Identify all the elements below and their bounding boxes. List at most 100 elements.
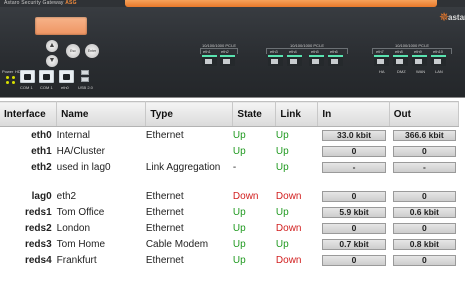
- traffic-out-meter: 0: [393, 222, 456, 234]
- table-row[interactable]: eth2 used in lag0 Link Aggregation - Up …: [0, 159, 459, 188]
- esc-button[interactable]: Esc: [66, 44, 80, 58]
- cell-state: Up: [232, 145, 246, 157]
- ethernet-port-eth0: [59, 70, 74, 83]
- panel-accent-stripe: [125, 0, 437, 7]
- arrow-up-button[interactable]: ▲: [46, 40, 58, 52]
- group-1-port-label-1: eth1: [203, 49, 211, 54]
- brand-logo: ✵ astar: [439, 10, 465, 26]
- cell-interface: reds1: [24, 206, 52, 218]
- cell-in: 33.0 kbit: [318, 127, 389, 143]
- table-header-row: Interface Name Type State Link In Out: [0, 101, 460, 127]
- traffic-in-meter: 33.0 kbit: [321, 130, 387, 141]
- lcd-display: [35, 17, 87, 35]
- cell-name: Tom Office: [56, 206, 105, 218]
- led-3: [6, 81, 9, 84]
- cell-in: 0: [318, 220, 389, 236]
- port-label-usb: USB 2.0: [78, 85, 93, 90]
- cell-out: 0.6 kbit: [389, 204, 458, 220]
- header-link[interactable]: Link: [275, 101, 319, 127]
- header-in[interactable]: In: [317, 101, 390, 127]
- panel-title: Astaro Security Gateway ASG: [4, 0, 77, 6]
- cell-state: Up: [232, 222, 246, 234]
- cell-type: Ethernet: [145, 222, 184, 234]
- cell-name: London: [56, 222, 91, 234]
- lan-port-eth1: [202, 55, 217, 66]
- traffic-in-meter: 0: [321, 190, 387, 202]
- traffic-out-meter: 0.6 kbit: [393, 206, 456, 218]
- cell-interface: lag0: [31, 190, 52, 202]
- header-type[interactable]: Type: [145, 101, 234, 127]
- enter-button[interactable]: Enter: [85, 44, 99, 58]
- table-row[interactable]: reds3 Tom Home Cable Modem Up Up 0.7 kbi…: [0, 236, 459, 252]
- com-port-1: [20, 70, 35, 83]
- lan-port-lan: [431, 55, 446, 66]
- cell-out: 0: [389, 143, 458, 159]
- table-row[interactable]: eth1 HA/Cluster Up Up 0 0: [0, 143, 459, 159]
- group-2-port-label-4: eth6: [330, 49, 338, 54]
- traffic-in-meter: 0: [321, 222, 387, 234]
- com-port-2: [39, 70, 54, 83]
- cell-state: Up: [232, 238, 246, 250]
- traffic-out-meter: 0: [393, 145, 456, 157]
- cell-type: [146, 143, 233, 159]
- cell-name: HA/Cluster: [56, 145, 106, 157]
- cell-interface: reds4: [24, 254, 52, 266]
- cell-name: Internal: [56, 130, 91, 141]
- port-label-dmz: DMZ: [397, 69, 406, 74]
- header-out[interactable]: Out: [389, 101, 460, 127]
- cell-out: 0: [389, 220, 458, 236]
- cell-state: Down: [232, 190, 259, 202]
- traffic-in-meter: 0.7 kbit: [321, 238, 387, 250]
- cell-link: Up: [275, 238, 289, 250]
- cell-name: Frankfurt: [56, 254, 97, 266]
- cell-in: 5.9 kbit: [318, 204, 389, 220]
- appliance-panel: Astaro Security Gateway ASG ✵ astar ▲ ▼ …: [0, 0, 465, 98]
- cell-name: eth2: [56, 190, 77, 202]
- table-row[interactable]: reds2 London Ethernet Up Down 0 0: [0, 220, 459, 236]
- lan-port-eth5: [309, 55, 324, 66]
- cell-type: Ethernet: [145, 190, 184, 202]
- table-row[interactable]: lag0 eth2 Ethernet Down Down 0 0: [0, 188, 459, 204]
- table-row[interactable]: reds1 Tom Office Ethernet Up Up 5.9 kbit…: [0, 204, 459, 220]
- cell-interface: reds3: [24, 238, 52, 250]
- lan-port-ha: [374, 55, 389, 66]
- cell-type: Ethernet: [145, 254, 184, 266]
- cell-link: Up: [275, 145, 289, 157]
- power-led: [6, 76, 9, 79]
- cell-state: -: [232, 161, 237, 173]
- led-label-power: Power: [2, 69, 14, 74]
- group-3-port-label-3: eth9: [414, 49, 422, 54]
- cell-state: Up: [232, 254, 246, 266]
- group-3-port-label-4: eth10: [433, 49, 444, 54]
- arrow-down-button[interactable]: ▼: [46, 55, 58, 67]
- traffic-out-meter: 0.8 kbit: [393, 238, 456, 250]
- cell-type: Ethernet: [145, 130, 184, 141]
- cell-link: Down: [275, 254, 302, 266]
- lan-port-dmz: [393, 55, 408, 66]
- usb-port-1: [81, 70, 89, 75]
- header-name[interactable]: Name: [56, 101, 147, 127]
- table-row[interactable]: reds4 Frankfurt Ethernet Up Down 0 0: [0, 252, 459, 268]
- traffic-in-meter: -: [321, 161, 387, 173]
- group-2-port-label-3: eth5: [311, 49, 319, 54]
- port-label-lan: LAN: [435, 69, 443, 74]
- group-3-port-label-2: eth8: [395, 49, 403, 54]
- port-label-com1: COM 1: [20, 85, 33, 90]
- traffic-out-meter: 366.6 kbit: [393, 130, 456, 141]
- traffic-in-meter: 0: [321, 254, 387, 266]
- header-state[interactable]: State: [232, 101, 277, 127]
- lan-port-eth3: [268, 55, 283, 66]
- port-label-com1b: COM 1: [40, 85, 53, 90]
- cell-in: 0: [318, 188, 389, 204]
- group-1-port-label-2: eth2: [221, 49, 229, 54]
- cell-out: -: [389, 159, 458, 188]
- header-interface[interactable]: Interface: [0, 101, 58, 127]
- cell-in: 0: [318, 252, 389, 268]
- traffic-in-meter: 0: [321, 145, 387, 157]
- traffic-in-meter: 5.9 kbit: [321, 206, 387, 218]
- cell-in: 0.7 kbit: [318, 236, 389, 252]
- cell-type: Ethernet: [145, 206, 184, 218]
- traffic-out-meter: -: [393, 161, 456, 173]
- table-row[interactable]: eth0 Internal Ethernet Up Up 33.0 kbit 3…: [0, 127, 459, 143]
- port-label-eth0: eth0: [61, 85, 69, 90]
